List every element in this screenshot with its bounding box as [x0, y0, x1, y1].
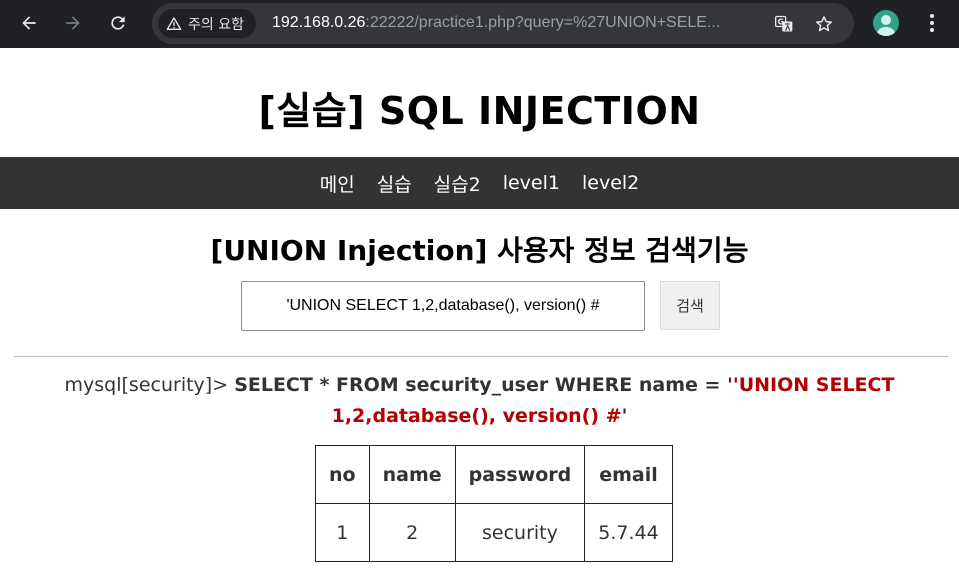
table-cell: security	[454, 503, 586, 562]
url-text[interactable]: 192.168.0.26:22222/practice1.php?query=%…	[272, 14, 720, 32]
results-table: no name password email 1 2 security 5.7.…	[315, 445, 673, 562]
mysql-prompt: mysql[security]>	[64, 374, 229, 396]
menu-dot-icon	[930, 21, 934, 25]
nav-item-main[interactable]: 메인	[320, 170, 355, 197]
query-sql: SELECT * FROM security_user WHERE name =…	[234, 374, 733, 396]
table-row: 1 2 security 5.7.44	[315, 503, 673, 562]
browser-menu-button[interactable]	[921, 11, 943, 35]
table-cell: 5.7.44	[584, 503, 673, 562]
menu-dot-icon	[930, 14, 934, 18]
search-button[interactable]: 검색	[660, 281, 720, 330]
column-header-no: no	[315, 445, 370, 504]
section-title: [UNION Injection] 사용자 정보 검색기능	[210, 234, 749, 267]
table-cell: 2	[368, 503, 456, 562]
column-header-name: name	[368, 445, 456, 504]
column-header-email: email	[584, 445, 673, 504]
browser-toolbar: 주의 요함 192.168.0.26:22222/practice1.php?q…	[0, 0, 959, 48]
menu-dot-icon	[930, 28, 934, 32]
executed-query: mysql[security]> SELECT * FROM security_…	[20, 370, 939, 432]
nav-item-practice2[interactable]: 실습2	[434, 170, 481, 197]
divider	[14, 356, 948, 357]
table-cell: 1	[315, 503, 370, 562]
forward-button[interactable]	[58, 8, 88, 38]
nav-item-level2[interactable]: level2	[582, 172, 639, 194]
warning-icon	[166, 16, 182, 30]
profile-avatar[interactable]	[873, 10, 899, 36]
translate-icon: G	[775, 15, 793, 32]
nav-item-practice[interactable]: 실습	[377, 170, 412, 197]
arrow-left-icon	[22, 16, 36, 30]
security-chip-label: 주의 요함	[188, 16, 244, 33]
reload-button[interactable]	[103, 8, 133, 38]
reload-icon	[111, 16, 125, 30]
security-chip[interactable]: 주의 요함	[158, 9, 256, 38]
bookmark-button[interactable]	[811, 11, 837, 37]
nav-item-level1[interactable]: level1	[503, 172, 560, 194]
page-title: [실습] SQL INJECTION	[258, 89, 701, 133]
url-host: 192.168.0.26	[272, 14, 366, 31]
table-header-row: no name password email	[315, 445, 673, 504]
translate-button[interactable]: G	[771, 11, 797, 37]
arrow-right-icon	[66, 16, 80, 30]
address-bar[interactable]: 주의 요함 192.168.0.26:22222/practice1.php?q…	[152, 3, 854, 44]
main-nav: 메인 실습 실습2 level1 level2	[0, 157, 959, 209]
star-icon	[816, 16, 832, 32]
back-button[interactable]	[14, 8, 44, 38]
url-path: :22222/practice1.php?query=%27UNION+SELE…	[365, 14, 721, 31]
query-closing: '	[621, 405, 628, 427]
search-input[interactable]	[241, 281, 645, 331]
column-header-password: password	[454, 445, 586, 504]
